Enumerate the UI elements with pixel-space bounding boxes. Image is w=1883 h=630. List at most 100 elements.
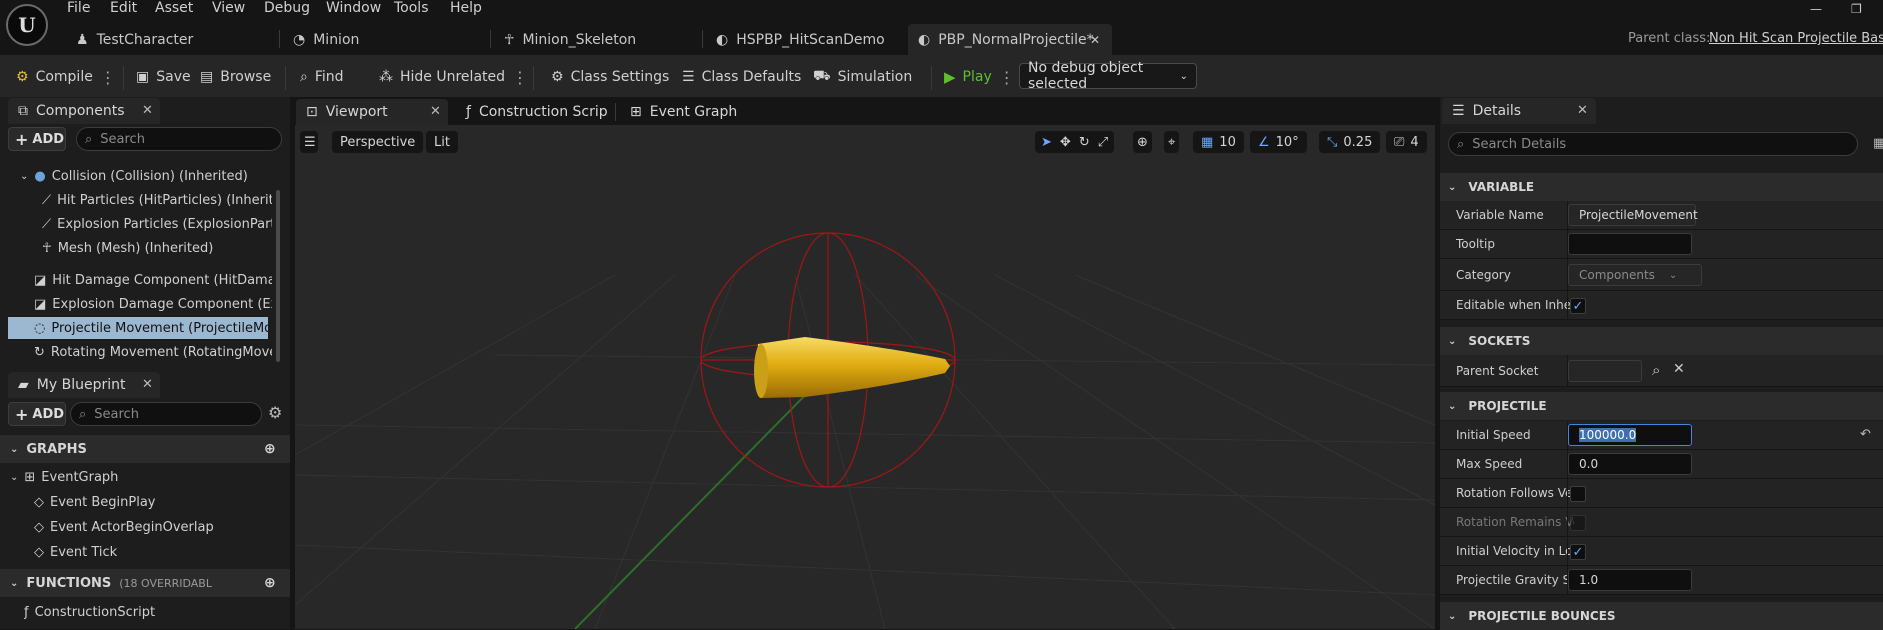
tree-item-projectile-movement[interactable]: ◌ Projectile Movement (ProjectileMovemen… [8, 317, 268, 339]
function-item-constructionscript[interactable]: ƒ ConstructionScript [24, 601, 264, 623]
viewport[interactable]: ☰ Perspective Lit ➤ ✥ ↻ ⤢ ⊕ ⌖ ▦ 10 ∠ 10° ⤡… [295, 125, 1435, 629]
tree-item-hit-damage[interactable]: ◪ Hit Damage Component (HitDamageCompone… [34, 269, 272, 291]
tab-minion-skeleton[interactable]: ☥ Minion_Skeleton [494, 24, 700, 55]
rotation-snap-button[interactable]: ∠ 10° [1250, 131, 1307, 153]
minimize-button[interactable]: — [1810, 2, 1822, 16]
blueprint-book-icon: ▰ [18, 377, 29, 393]
gravity-scale-field[interactable]: 1.0 [1568, 569, 1692, 591]
scale-snap-button[interactable]: ⤡ 0.25 [1319, 131, 1381, 153]
tree-item-explosion-damage[interactable]: ◪ Explosion Damage Component (ExplosionD… [34, 293, 272, 315]
menu-help[interactable]: Help [450, 0, 482, 16]
category-select[interactable]: Components ⌄ [1568, 264, 1702, 286]
components-tab[interactable]: ⧉ Components [8, 98, 160, 124]
add-component-button[interactable]: + ADD [8, 127, 66, 151]
tree-item-collision[interactable]: ⌄ ● Collision (Collision) (Inherited) [20, 165, 274, 187]
section-projectile-bounces[interactable]: ⌄ PROJECTILE BOUNCES [1440, 602, 1883, 630]
add-blueprint-member-button[interactable]: + ADD [8, 402, 66, 426]
expand-arrow-icon[interactable]: ⌄ [20, 171, 28, 182]
debug-object-select[interactable]: No debug object selected ⌄ [1019, 60, 1197, 92]
tab-close-icon[interactable]: ✕ [1090, 33, 1100, 47]
tree-item-explosion-particles[interactable]: ⟋ Explosion Particles (ExplosionParticle… [42, 213, 272, 235]
save-button[interactable]: ▣ Save [136, 65, 191, 89]
functions-section[interactable]: ⌄ FUNCTIONS (18 OVERRIDABL ⊕ [0, 569, 290, 597]
scale-icon[interactable]: ⤢ [1098, 135, 1108, 150]
rotation-follows-velocity-checkbox[interactable] [1570, 486, 1586, 502]
details-search[interactable]: ⌕ Search Details [1448, 132, 1858, 156]
tab-construction-script[interactable]: ƒ Construction Script [456, 99, 608, 125]
class-defaults-button[interactable]: ☰ Class Defaults [682, 65, 801, 89]
variable-name-field[interactable]: ProjectileMovement [1568, 204, 1698, 226]
tooltip-field[interactable] [1568, 233, 1692, 255]
rotation-remains-vertical-checkbox[interactable] [1570, 515, 1586, 531]
tree-item-mesh[interactable]: ☥ Mesh (Mesh) (Inherited) [42, 237, 272, 259]
select-mode-icon[interactable]: ➤ [1041, 135, 1052, 150]
simulation-button[interactable]: ⛟ Simulation [813, 65, 912, 89]
tab-hspbp-hitscandemo[interactable]: ◐ HSPBP_HitScanDemo [706, 24, 906, 55]
menu-file[interactable]: File [67, 0, 90, 16]
unreal-logo-icon[interactable]: U [6, 4, 48, 46]
tab-event-graph[interactable]: ⊞ Event Graph [620, 99, 760, 125]
compile-options-icon[interactable]: ⋮ [100, 68, 116, 87]
tab-pbp-normalprojectile[interactable]: ◐ PBP_NormalProjectile* ✕ [908, 24, 1112, 55]
camera-speed-button[interactable]: ⎚ 4 [1386, 131, 1427, 153]
hide-unrelated-options-icon[interactable]: ⋮ [512, 68, 528, 87]
tab-minion[interactable]: ◔ Minion [283, 24, 488, 55]
compile-button[interactable]: ⚙ Compile ⋮ [16, 65, 116, 89]
rotate-icon[interactable]: ↻ [1079, 135, 1090, 150]
section-projectile[interactable]: ⌄ PROJECTILE [1440, 392, 1883, 420]
my-blueprint-tab[interactable]: ▰ My Blueprint [8, 372, 160, 398]
parent-socket-field[interactable] [1568, 360, 1642, 382]
editable-when-inherited-checkbox[interactable]: ✓ [1570, 298, 1586, 314]
event-item-tick[interactable]: ◇ Event Tick [34, 541, 274, 563]
section-variable[interactable]: ⌄ VARIABLE [1440, 173, 1883, 201]
world-local-toggle[interactable]: ⊕ [1133, 131, 1152, 153]
hide-unrelated-button[interactable]: ⁂ Hide Unrelated ⋮ [379, 65, 528, 89]
details-tab[interactable]: ☰ Details [1442, 98, 1596, 124]
tab-viewport[interactable]: ⊡ Viewport [296, 99, 448, 125]
close-icon[interactable]: ✕ [142, 103, 153, 118]
play-button[interactable]: ▶ Play ⋮ [944, 65, 1015, 89]
grid-snap-button[interactable]: ▦ 10 [1193, 131, 1244, 153]
max-speed-field[interactable]: 0.0 [1568, 453, 1692, 475]
tree-item-rotating-movement[interactable]: ↻ Rotating Movement (RotatingMovement) [34, 341, 272, 363]
event-item-beginplay[interactable]: ◇ Event BeginPlay [34, 491, 274, 513]
tab-testcharacter[interactable]: ♟ TestCharacter [66, 24, 274, 55]
property-matrix-icon[interactable]: ▦ [1873, 136, 1883, 151]
clear-icon[interactable]: ✕ [1673, 361, 1685, 377]
perspective-button[interactable]: Perspective [332, 131, 424, 153]
initial-speed-field[interactable]: 100000.0 [1568, 424, 1692, 446]
menu-window[interactable]: Window [326, 0, 381, 16]
close-icon[interactable]: ✕ [1577, 103, 1588, 118]
reset-to-default-icon[interactable]: ↶ [1860, 427, 1871, 442]
translate-icon[interactable]: ✥ [1060, 135, 1071, 150]
menu-view[interactable]: View [212, 0, 245, 16]
close-icon[interactable]: ✕ [142, 377, 153, 392]
close-icon[interactable]: ✕ [430, 104, 441, 119]
view-mode-button[interactable]: Lit [426, 131, 458, 153]
event-item-actorbeginoverlap[interactable]: ◇ Event ActorBeginOverlap [34, 516, 274, 538]
find-button[interactable]: ⌕ Find [300, 65, 344, 89]
settings-gear-icon[interactable]: ⚙ [268, 403, 282, 422]
components-search[interactable]: ⌕ Search [76, 127, 282, 151]
tree-item-hit-particles[interactable]: ⟋ Hit Particles (HitParticles) (Inherite… [42, 189, 272, 211]
initial-velocity-local-checkbox[interactable]: ✓ [1570, 544, 1586, 560]
components-scrollbar[interactable] [276, 190, 280, 362]
add-function-icon[interactable]: ⊕ [264, 575, 276, 591]
add-graph-icon[interactable]: ⊕ [264, 441, 276, 457]
section-sockets[interactable]: ⌄ SOCKETS [1440, 327, 1883, 355]
class-settings-button[interactable]: ⚙ Class Settings [551, 65, 669, 89]
menu-edit[interactable]: Edit [110, 0, 137, 16]
surface-snap-toggle[interactable]: ⌖ [1164, 131, 1180, 153]
graph-item-eventgraph[interactable]: ⌄ ⊞ EventGraph [10, 466, 270, 488]
menu-asset[interactable]: Asset [155, 0, 193, 16]
restore-button[interactable]: ❐ [1851, 2, 1862, 16]
search-icon[interactable]: ⌕ [1652, 361, 1660, 379]
parent-class-link[interactable]: Non Hit Scan Projectile Base [1709, 31, 1883, 46]
my-blueprint-search[interactable]: ⌕ Search [70, 402, 262, 426]
browse-button[interactable]: ▤ Browse [200, 65, 271, 89]
graphs-section[interactable]: ⌄ GRAPHS ⊕ [0, 435, 290, 463]
menu-debug[interactable]: Debug [264, 0, 310, 16]
menu-tools[interactable]: Tools [394, 0, 429, 16]
play-options-icon[interactable]: ⋮ [999, 68, 1015, 87]
viewport-options-button[interactable]: ☰ [300, 131, 318, 153]
